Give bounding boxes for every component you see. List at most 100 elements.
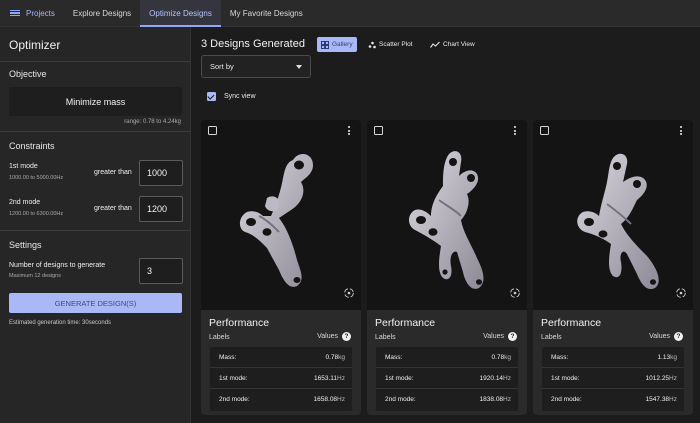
metric-value: 1658.08Hz: [314, 396, 345, 403]
chevron-down-icon: [296, 65, 302, 69]
projects-nav-button[interactable]: Projects: [0, 0, 64, 26]
design-card-1: Performance Labels Values ? Mass: 0.78kg…: [201, 120, 361, 415]
constraint-1st-mode-operator[interactable]: greater than: [94, 169, 132, 176]
sidebar-title: Optimizer: [9, 38, 61, 52]
more-options-icon[interactable]: [348, 126, 351, 135]
minimize-mass-button[interactable]: Minimize mass: [9, 87, 182, 116]
tab-explore-designs[interactable]: Explore Designs: [64, 0, 140, 26]
scatter-plot-view-button[interactable]: Scatter Plot: [364, 37, 417, 52]
bracket-model-image: [409, 151, 484, 289]
metric-label: Mass:: [385, 354, 403, 361]
help-icon[interactable]: ?: [342, 332, 351, 341]
table-row: Mass: 1.13kg: [542, 347, 684, 368]
constraint-1st-mode-label: 1st mode: [9, 163, 38, 170]
performance-heading: Performance: [375, 317, 436, 329]
constraint-2nd-mode-operator[interactable]: greater than: [94, 205, 132, 212]
projects-label: Projects: [26, 8, 55, 18]
select-design-checkbox[interactable]: [374, 126, 383, 135]
generate-designs-button[interactable]: GENERATE DESIGN(S): [9, 293, 182, 313]
optimizer-sidebar: Optimizer Objective Minimize mass range:…: [0, 27, 191, 423]
metric-label: 2nd mode:: [385, 396, 416, 403]
select-design-checkbox[interactable]: [540, 126, 549, 135]
constraint-1st-mode-input[interactable]: 1000: [139, 160, 183, 186]
metric-value: 1920.14Hz: [480, 375, 511, 382]
constraint-2nd-mode-input[interactable]: 1200: [139, 196, 183, 222]
design-card-3: Performance Labels Values ? Mass: 1.13kg…: [533, 120, 693, 415]
menu-icon: [10, 9, 20, 17]
estimated-time: Estimated generation time: 30seconds: [9, 320, 112, 326]
values-header: Values ?: [649, 332, 683, 341]
help-icon[interactable]: ?: [674, 332, 683, 341]
gallery-view-label: Gallery: [332, 41, 353, 48]
design-3d-viewer[interactable]: [201, 120, 361, 310]
metric-unit: Hz: [503, 396, 511, 403]
constraint-1st-mode-range: 1000.00 to 5000.00Hz: [9, 175, 64, 181]
performance-table: Mass: 1.13kg 1st mode: 1012.25Hz 2nd mod…: [542, 347, 684, 411]
table-row: Mass: 0.78kg: [376, 347, 518, 368]
scatter-icon: [368, 41, 376, 48]
designs-count-hint: Maximum 12 designs: [9, 273, 61, 279]
sync-view-label: Sync view: [224, 93, 256, 100]
table-row: 2nd mode: 1838.08Hz: [376, 389, 518, 410]
design-3d-viewer[interactable]: [533, 120, 693, 310]
performance-table: Mass: 0.78kg 1st mode: 1920.14Hz 2nd mod…: [376, 347, 518, 411]
metric-label: 1st mode:: [385, 375, 414, 382]
table-row: 1st mode: 1920.14Hz: [376, 368, 518, 389]
constraint-2nd-mode-range: 1200.00 to 6300.00Hz: [9, 211, 64, 217]
chart-view-label: Chart View: [443, 41, 475, 48]
table-row: 1st mode: 1012.25Hz: [542, 368, 684, 389]
constraints-heading: Constraints: [9, 141, 55, 151]
table-row: 1st mode: 1653.11Hz: [210, 368, 352, 389]
table-row: 2nd mode: 1658.08Hz: [210, 389, 352, 410]
sync-view-checkbox[interactable]: [207, 92, 216, 101]
scatter-plot-view-label: Scatter Plot: [379, 41, 413, 48]
performance-heading: Performance: [541, 317, 602, 329]
design-3d-viewer[interactable]: [367, 120, 527, 310]
divider: [0, 230, 191, 231]
chart-view-button[interactable]: Chart View: [426, 37, 479, 52]
metric-label: 1st mode:: [219, 375, 248, 382]
metric-number: 1547.38: [645, 396, 670, 403]
grid-icon: [321, 40, 329, 49]
constraint-2nd-mode-label: 2nd mode: [9, 199, 41, 206]
more-options-icon[interactable]: [514, 126, 517, 135]
line-chart-icon: [430, 41, 440, 48]
select-design-checkbox[interactable]: [208, 126, 217, 135]
objective-range: range: 0.78 to 4.24kg: [124, 119, 181, 125]
labels-header: Labels: [541, 334, 562, 341]
sync-view-toggle[interactable]: Sync view: [207, 92, 256, 101]
tab-optimize-designs[interactable]: Optimize Designs: [140, 0, 221, 27]
tab-my-favorite-designs[interactable]: My Favorite Designs: [221, 0, 312, 26]
divider: [0, 61, 191, 62]
metric-label: 1st mode:: [551, 375, 580, 382]
metric-value: 1838.08Hz: [480, 396, 511, 403]
rotate-3d-icon[interactable]: [509, 287, 521, 299]
divider: [0, 131, 191, 132]
values-header: Values ?: [317, 332, 351, 341]
metric-value: 1012.25Hz: [646, 375, 677, 382]
metric-unit: kg: [670, 354, 677, 361]
rotate-3d-icon[interactable]: [675, 287, 687, 299]
bracket-model-image: [577, 153, 659, 290]
design-card-2: Performance Labels Values ? Mass: 0.78kg…: [367, 120, 527, 415]
gallery-view-button[interactable]: Gallery: [317, 37, 357, 52]
rotate-3d-icon[interactable]: [343, 287, 355, 299]
labels-header: Labels: [375, 334, 396, 341]
metric-unit: Hz: [503, 375, 511, 382]
values-header-label: Values: [317, 333, 338, 340]
metric-number: 1.13: [657, 354, 671, 361]
metric-value: 1653.11Hz: [314, 375, 345, 382]
more-options-icon[interactable]: [680, 126, 683, 135]
designs-count-label: Number of designs to generate: [9, 262, 106, 269]
metric-number: 1658.08: [313, 396, 338, 403]
designs-count-input[interactable]: 3: [139, 258, 183, 284]
metric-label: Mass:: [219, 354, 237, 361]
labels-header: Labels: [209, 334, 230, 341]
values-header-label: Values: [649, 333, 670, 340]
metric-value: 1.13kg: [657, 354, 677, 361]
metric-value: 0.78kg: [491, 354, 511, 361]
help-icon[interactable]: ?: [508, 332, 517, 341]
designs-panel: 3 Designs Generated Gallery Scatter Plot…: [192, 27, 700, 423]
top-nav: Projects Explore Designs Optimize Design…: [0, 0, 700, 27]
sort-by-select[interactable]: Sort by: [201, 55, 311, 78]
